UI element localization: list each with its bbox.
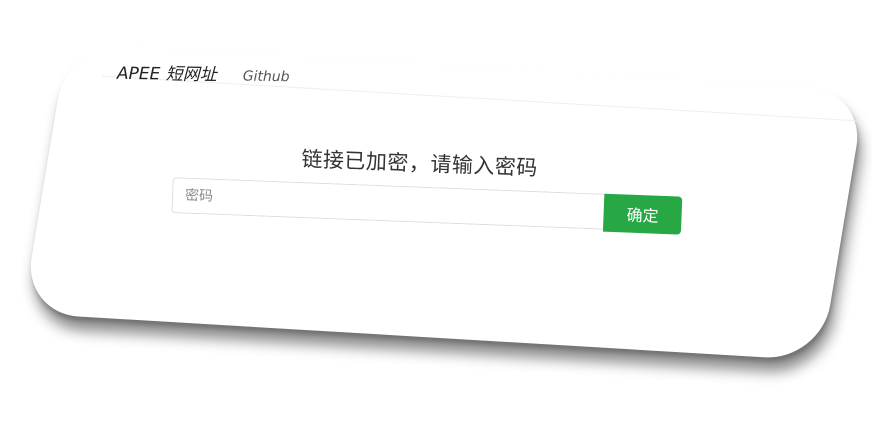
password-input[interactable]: [171, 177, 605, 230]
password-form: 链接已加密，请输入密码 确定: [0, 0, 872, 443]
confirm-button[interactable]: 确定: [602, 193, 683, 235]
page-title: 链接已加密，请输入密码: [301, 147, 539, 181]
page-stage: APEE 短网址 Github 链接已加密，请输入密码 确定: [0, 0, 872, 443]
